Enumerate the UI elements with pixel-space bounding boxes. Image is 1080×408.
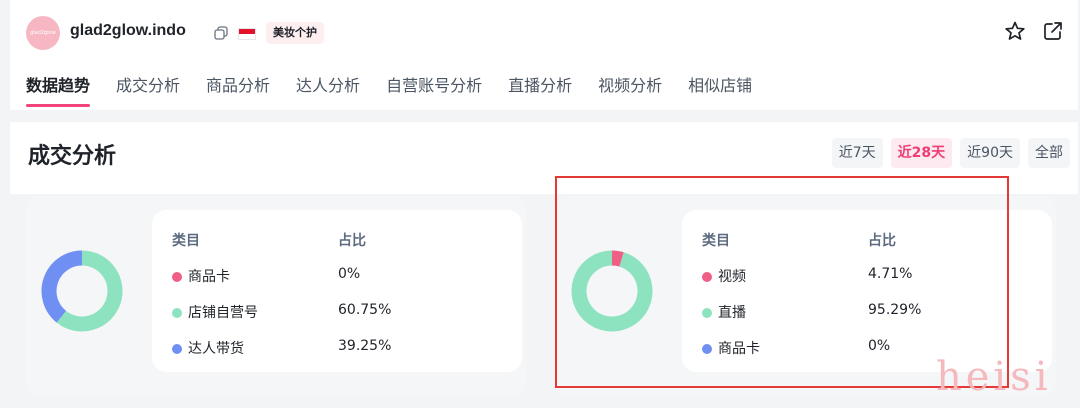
tab-video-analysis[interactable]: 视频分析 [598, 72, 662, 108]
range-7-days[interactable]: 近7天 [831, 138, 883, 168]
indonesia-flag-icon [238, 28, 256, 40]
legend-row: 达人带货 [172, 338, 244, 358]
shop-avatar[interactable]: glad2glow [26, 16, 60, 50]
section-header: 成交分析 近7天 近28天 近90天 全部 [10, 122, 1078, 194]
legend-label: 视频 [718, 269, 746, 285]
channel-breakdown-panel: 类目 占比 商品卡 0% 店铺自营号 60.75% 达人带货 39.25% [26, 196, 526, 396]
legend-table: 类目 占比 视频 4.71% 直播 95.29% 商品卡 0% [682, 210, 1052, 372]
legend-dot [702, 308, 712, 318]
legend-dot [172, 308, 182, 318]
legend-row: 视频 [702, 266, 746, 286]
watermark: heisi [936, 354, 1052, 400]
legend-value: 4.71% [868, 266, 913, 282]
donut-chart [41, 250, 123, 332]
legend-dot [172, 344, 182, 354]
legend-header-share: 占比 [338, 233, 366, 249]
legend-value: 60.75% [338, 302, 392, 318]
shop-name: glad2glow.indo [70, 22, 186, 39]
legend-row: 商品卡 [702, 338, 760, 358]
range-90-days[interactable]: 近90天 [960, 138, 1020, 168]
tab-data-trend[interactable]: 数据趋势 [26, 72, 91, 108]
legend-dot [702, 272, 712, 282]
legend-row: 店铺自营号 [172, 302, 258, 322]
tab-product-analysis[interactable]: 商品分析 [206, 72, 270, 108]
legend-label: 直播 [718, 305, 746, 321]
date-range-selector: 近7天 近28天 近90天 全部 [824, 138, 1070, 168]
tab-creator-analysis[interactable]: 达人分析 [296, 72, 360, 108]
legend-value: 0% [868, 338, 891, 354]
donut-segment [571, 250, 653, 332]
legend-dot [172, 272, 182, 282]
legend-label: 店铺自营号 [188, 305, 258, 321]
legend-value: 39.25% [338, 338, 392, 354]
legend-dot [702, 344, 712, 354]
star-icon[interactable] [1004, 20, 1026, 42]
external-link-icon[interactable] [1042, 20, 1064, 42]
copy-icon[interactable] [214, 26, 228, 40]
donut-segment [41, 250, 83, 323]
legend-label: 达人带货 [188, 341, 244, 357]
tab-own-account-analysis[interactable]: 自营账号分析 [386, 72, 482, 108]
range-28-days[interactable]: 近28天 [890, 138, 953, 168]
avatar-logo-text: glad2glow [30, 30, 56, 36]
legend-row: 商品卡 [172, 266, 230, 286]
legend-header-category: 类目 [172, 233, 200, 249]
legend-table: 类目 占比 商品卡 0% 店铺自营号 60.75% 达人带货 39.25% [152, 210, 522, 372]
nav-tabs: 数据趋势 成交分析 商品分析 达人分析 自营账号分析 直播分析 视频分析 相似店… [26, 72, 778, 108]
section-title: 成交分析 [28, 144, 117, 169]
tab-sales-analysis[interactable]: 成交分析 [116, 72, 180, 108]
donut-chart [571, 250, 653, 332]
legend-label: 商品卡 [188, 269, 230, 285]
tab-similar-shops[interactable]: 相似店铺 [688, 72, 752, 108]
donut-segment [611, 250, 624, 267]
range-all[interactable]: 全部 [1028, 138, 1070, 168]
legend-value: 95.29% [868, 302, 922, 318]
legend-row: 直播 [702, 302, 746, 322]
legend-label: 商品卡 [718, 341, 760, 357]
legend-header-share: 占比 [868, 233, 896, 249]
legend-value: 0% [338, 266, 361, 282]
tab-live-analysis[interactable]: 直播分析 [508, 72, 572, 108]
category-badge: 美妆个护 [266, 22, 324, 44]
legend-header-category: 类目 [702, 233, 730, 249]
